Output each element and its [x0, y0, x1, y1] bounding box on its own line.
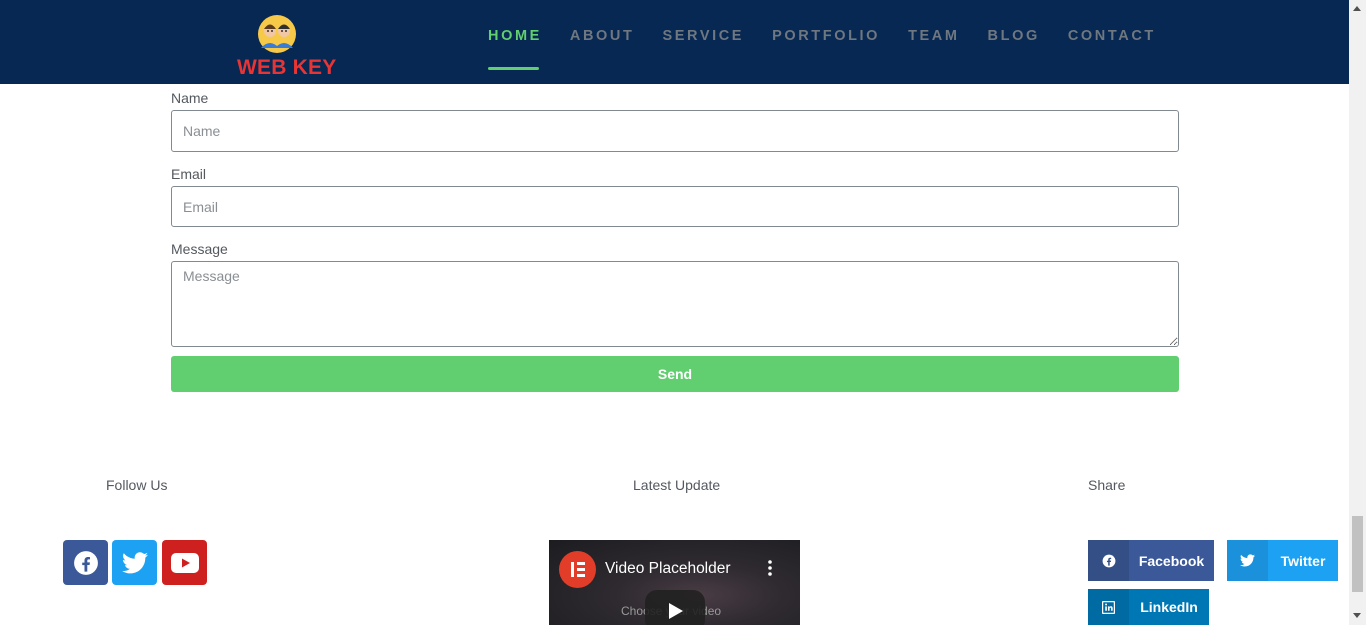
logo-text: WEB KEY — [237, 56, 337, 79]
share-twitter-button[interactable]: Twitter — [1227, 540, 1338, 581]
facebook-icon — [1088, 540, 1129, 581]
scrollbar-thumb[interactable] — [1352, 516, 1363, 592]
logo-people-icon — [258, 15, 296, 53]
nav-item-about[interactable]: ABOUT — [556, 0, 649, 78]
email-input[interactable] — [171, 186, 1179, 227]
facebook-icon — [73, 550, 98, 575]
follow-us-heading: Follow Us — [106, 477, 168, 493]
name-input[interactable] — [171, 110, 1179, 152]
site-header: WEB KEY HOME ABOUT SERVICE PORTFOLIO TEA… — [0, 0, 1349, 84]
message-label: Message — [171, 241, 228, 257]
share-heading: Share — [1088, 477, 1126, 493]
scroll-up-arrow-icon[interactable] — [1353, 6, 1361, 11]
video-embed[interactable]: Video Placeholder Choose your video — [549, 540, 800, 625]
twitter-icon — [121, 551, 148, 573]
email-label: Email — [171, 166, 207, 182]
twitter-icon — [1227, 540, 1268, 581]
latest-update-heading: Latest Update — [633, 477, 721, 493]
facebook-follow-button[interactable] — [63, 540, 108, 585]
site-logo[interactable]: WEB KEY — [237, 14, 337, 82]
video-title: Video Placeholder — [605, 560, 731, 577]
share-facebook-label: Facebook — [1138, 552, 1205, 569]
nav-item-portfolio[interactable]: PORTFOLIO — [758, 0, 894, 78]
page-scrollbar[interactable] — [1349, 0, 1366, 625]
nav-item-blog[interactable]: BLOG — [974, 0, 1054, 78]
nav-item-service[interactable]: SERVICE — [648, 0, 758, 78]
nav-item-home[interactable]: HOME — [474, 0, 556, 78]
main-nav: HOME ABOUT SERVICE PORTFOLIO TEAM BLOG C… — [474, 0, 1170, 84]
more-vert-icon[interactable] — [768, 560, 772, 576]
message-textarea[interactable] — [171, 261, 1179, 347]
youtube-icon — [170, 552, 199, 573]
elementor-logo-icon — [559, 551, 596, 588]
share-facebook-button[interactable]: Facebook — [1088, 540, 1214, 581]
share-linkedin-label: LinkedIn — [1140, 599, 1198, 615]
nav-item-contact[interactable]: CONTACT — [1054, 0, 1170, 78]
play-icon — [669, 603, 683, 619]
share-twitter-label: Twitter — [1280, 552, 1326, 569]
twitter-follow-button[interactable] — [112, 540, 157, 585]
scroll-down-arrow-icon[interactable] — [1353, 613, 1361, 618]
youtube-follow-button[interactable] — [162, 540, 207, 585]
nav-item-team[interactable]: TEAM — [894, 0, 973, 78]
share-linkedin-button[interactable]: LinkedIn — [1088, 589, 1209, 625]
send-button[interactable]: Send — [171, 356, 1179, 392]
linkedin-icon — [1088, 589, 1129, 625]
play-button[interactable] — [645, 590, 705, 625]
name-label: Name — [171, 90, 209, 106]
